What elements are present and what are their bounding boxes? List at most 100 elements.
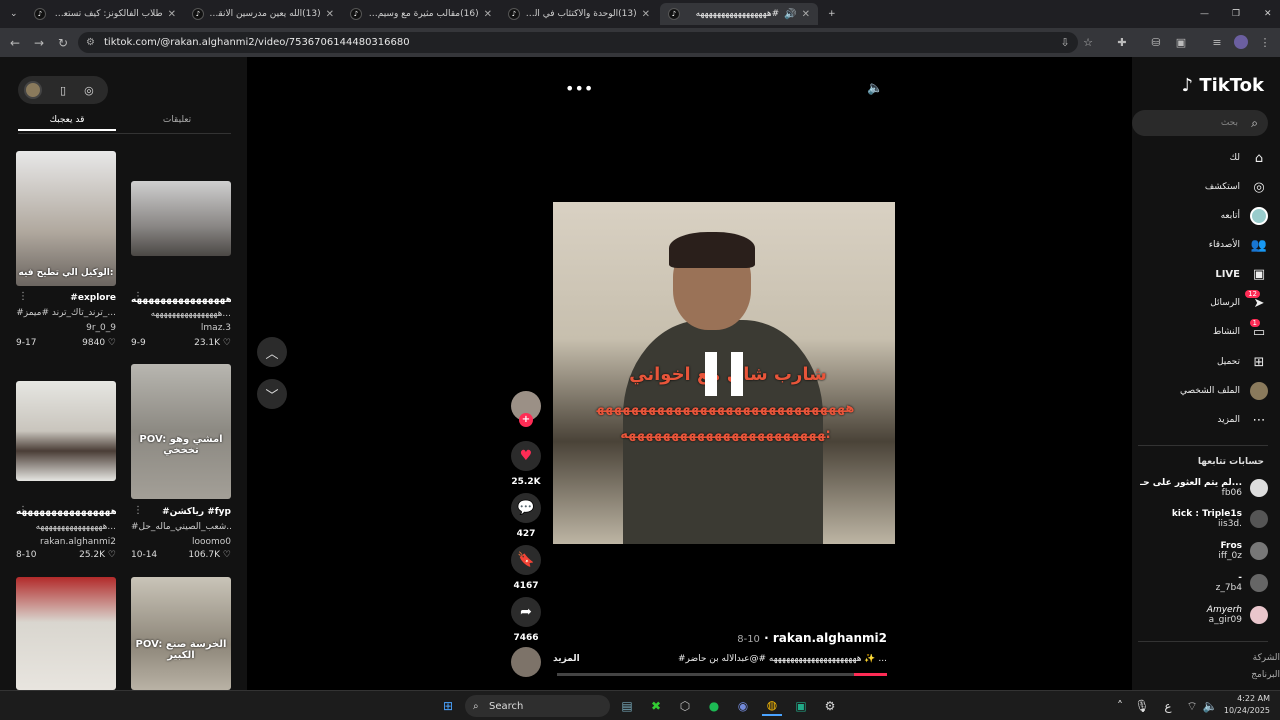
- app-icon[interactable]: ⬡: [675, 696, 695, 716]
- microphone-icon[interactable]: 🎙: [1132, 696, 1152, 716]
- like-button[interactable]: ♥: [511, 441, 541, 471]
- previous-video-button[interactable]: ︿: [257, 337, 287, 367]
- close-icon[interactable]: ✕: [802, 9, 810, 20]
- minimize-icon: —: [1200, 9, 1209, 19]
- tab-for-you[interactable]: قد يعجبك: [18, 115, 116, 131]
- tab-list-button[interactable]: ⌄: [2, 3, 24, 25]
- heart-icon: ♡: [222, 338, 231, 348]
- chevron-up-icon[interactable]: ˄: [1110, 696, 1130, 716]
- video-thumbnail[interactable]: POV: الخرسة صنع الكبير: [131, 577, 231, 690]
- panel-controls: ▯ ◎: [18, 76, 108, 104]
- footer-link-program[interactable]: البرنامج: [1251, 670, 1280, 680]
- close-window-button[interactable]: ✕: [1256, 3, 1276, 25]
- menu-icon[interactable]: ⋮: [1258, 35, 1272, 49]
- close-icon[interactable]: ✕: [484, 9, 492, 20]
- search-icon[interactable]: ⌕: [1251, 116, 1258, 131]
- extensions-icon[interactable]: ✚: [1115, 35, 1129, 49]
- tab-comments[interactable]: تعليقات: [128, 115, 226, 125]
- close-icon[interactable]: ✕: [642, 9, 650, 20]
- avatar: [1250, 479, 1268, 497]
- install-icon[interactable]: ⇩: [1058, 35, 1072, 49]
- comment-count: 427: [516, 529, 536, 539]
- browser-tab[interactable]: ♪ (16)مقالب مثيرة مع وسيم وطائر ✕: [342, 3, 500, 25]
- language-icon[interactable]: ع: [1158, 696, 1178, 716]
- discord-icon[interactable]: ◉: [733, 696, 753, 716]
- search-input[interactable]: بحث ⌕: [1132, 110, 1268, 136]
- nav-item-more[interactable]: المزيد ⋯: [1217, 411, 1268, 429]
- progress-bar[interactable]: [557, 673, 887, 676]
- follow-plus-icon[interactable]: +: [519, 413, 533, 427]
- following-account[interactable]: Amyerh a_gir09: [1207, 605, 1268, 625]
- music-disc[interactable]: [511, 647, 541, 677]
- settings-icon[interactable]: ⚙: [820, 696, 840, 716]
- nav-item-for-you[interactable]: لك ⌂: [1230, 149, 1268, 167]
- tab-search-icon[interactable]: ▣: [1174, 35, 1188, 49]
- author-avatar[interactable]: +: [511, 391, 541, 427]
- more-link[interactable]: المزيد: [553, 654, 580, 664]
- video-thumbnail[interactable]: [131, 181, 231, 256]
- video-thumbnail[interactable]: [16, 381, 116, 481]
- address-bar[interactable]: ⚙ tiktok.com/@rakan.alghanmi2/video/7536…: [78, 32, 1078, 53]
- nav-item-following[interactable]: أتابعه: [1221, 207, 1268, 225]
- media-control-icon[interactable]: ≡: [1210, 35, 1224, 49]
- phone-icon[interactable]: ▯: [60, 84, 66, 97]
- following-account[interactable]: - z_7b4: [1216, 573, 1268, 593]
- nav-item-messages[interactable]: الرسائل ➤ 12: [1210, 290, 1268, 312]
- file-explorer-icon[interactable]: ▤: [617, 696, 637, 716]
- footer-link-company[interactable]: الشركة: [1253, 653, 1280, 663]
- star-icon[interactable]: ☆: [1081, 35, 1095, 49]
- volume-icon[interactable]: 🔈: [867, 81, 883, 96]
- terminal-icon[interactable]: ▣: [791, 696, 811, 716]
- windows-start-icon[interactable]: ⊞: [438, 696, 458, 716]
- close-icon[interactable]: ✕: [168, 9, 176, 20]
- pause-icon[interactable]: [705, 352, 745, 396]
- nav-item-profile[interactable]: الملف الشخصي: [1180, 382, 1268, 400]
- forward-button[interactable]: →: [30, 34, 48, 52]
- browser-tab[interactable]: ♪ طلاب الفالكونز: كيف تستعد للاختبارات ✕: [26, 3, 184, 25]
- nav-item-friends[interactable]: الأصدقاء 👥: [1209, 236, 1268, 254]
- browser-tab[interactable]: ♪ (13)الوحدة والاكتئاب في السيارة ✕: [500, 3, 658, 25]
- following-account[interactable]: لم يتم العثور على حـ... fb06: [1140, 478, 1268, 498]
- wifi-icon[interactable]: ⌔: [1182, 696, 1202, 716]
- new-tab-button[interactable]: +: [820, 3, 840, 25]
- side-panel: ▯ ◎ قد يعجبك تعليقات الوكيل الي تطيح فيه…: [0, 57, 247, 690]
- minimize-button[interactable]: —: [1192, 3, 1212, 25]
- share-button[interactable]: ➦: [511, 597, 541, 627]
- avatar[interactable]: [24, 81, 42, 99]
- back-button[interactable]: ←: [6, 34, 24, 52]
- video-thumbnail[interactable]: POV: امشي وهو تخخخي: [131, 364, 231, 499]
- speaker-icon[interactable]: 🔊: [784, 9, 796, 20]
- xbox-icon[interactable]: ✖: [646, 696, 666, 716]
- following-account[interactable]: kick : Triple1s iis3d.: [1172, 509, 1268, 529]
- compass-icon[interactable]: ◎: [84, 84, 94, 97]
- more-options-icon[interactable]: •••: [565, 79, 593, 98]
- browser-tab[interactable]: ♪ (13)الله يعين مدرسين الانقليزي 😂 ✕: [184, 3, 342, 25]
- video-thumbnail[interactable]: [16, 577, 116, 690]
- close-icon[interactable]: ✕: [326, 9, 334, 20]
- following-account[interactable]: Fros iff_0z: [1218, 541, 1268, 561]
- maximize-button[interactable]: ❐: [1224, 3, 1244, 25]
- spotify-icon[interactable]: ●: [704, 696, 724, 716]
- nav-item-upload[interactable]: تحميل ⊞: [1217, 353, 1268, 371]
- next-video-button[interactable]: ﹀: [257, 379, 287, 409]
- volume-icon[interactable]: 🔈: [1200, 696, 1220, 716]
- site-info-icon[interactable]: ⚙: [86, 37, 95, 48]
- chrome-icon[interactable]: ◍: [762, 696, 782, 716]
- taskbar-search[interactable]: ⌕ Search: [465, 695, 610, 717]
- tiktok-logo[interactable]: ♪ TikTok: [1182, 75, 1264, 96]
- video-frame[interactable]: شارب شاي مع اخواني ههههههههههههههههههههه…: [553, 202, 895, 544]
- video-description: المزيد #هههههههههههههههههههههه #@عبدالال…: [553, 654, 887, 664]
- reload-button[interactable]: ↻: [54, 34, 72, 52]
- heart-icon: ♡: [222, 550, 231, 560]
- bookmark-bar-icon[interactable]: ⛁: [1149, 35, 1163, 49]
- profile-avatar[interactable]: [1234, 35, 1248, 49]
- browser-tab-active[interactable]: ♪ #هههههههههههههههههه 🔊 ✕: [660, 3, 818, 25]
- system-clock[interactable]: 4:22 AM 10/24/2025: [1224, 693, 1270, 717]
- nav-item-activity[interactable]: النشاط ▭ 1: [1213, 319, 1268, 341]
- nav-item-live[interactable]: LIVE ▣: [1215, 265, 1268, 283]
- comment-button[interactable]: 💬: [511, 493, 541, 523]
- video-author[interactable]: 8-10 · rakan.alghanmi2: [553, 631, 887, 645]
- video-thumbnail[interactable]: الوكيل الي تطيح فيه:: [16, 151, 116, 286]
- nav-item-explore[interactable]: استكشف ◎: [1205, 178, 1268, 196]
- save-button[interactable]: 🔖: [511, 545, 541, 575]
